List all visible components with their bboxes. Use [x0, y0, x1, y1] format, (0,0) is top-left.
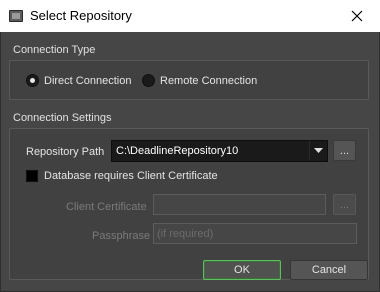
dropdown-arrow[interactable] — [309, 141, 327, 161]
cancel-button[interactable]: Cancel — [290, 260, 368, 280]
remote-connection-label: Remote Connection — [160, 74, 258, 87]
client-certificate-browse-button[interactable]: ... — [333, 194, 356, 215]
client-certificate-input[interactable] — [153, 194, 326, 215]
app-icon — [9, 10, 23, 22]
repository-path-value: C:\DeadlineRepository10 — [116, 145, 239, 157]
ok-button[interactable]: OK — [203, 260, 281, 280]
checkbox-box — [26, 170, 38, 182]
title-bar: Select Repository — [0, 0, 380, 32]
passphrase-label: Passphrase — [92, 230, 151, 242]
connection-type-group: Direct Connection Remote Connection — [9, 60, 369, 100]
client-certificate-checkbox-label: Database requires Client Certificate — [44, 170, 218, 182]
repository-path-combo[interactable]: C:\DeadlineRepository10 — [111, 140, 328, 162]
passphrase-input[interactable]: (if required) — [153, 223, 357, 244]
connection-settings-group: Repository Path C:\DeadlineRepository10 … — [9, 128, 369, 280]
repository-browse-button[interactable]: ... — [333, 140, 356, 161]
direct-connection-label: Direct Connection — [44, 74, 132, 87]
radio-indicator — [142, 74, 155, 87]
repository-path-label: Repository Path — [26, 146, 105, 158]
connection-type-heading: Connection Type — [13, 44, 96, 56]
dialog-body: Connection Type Direct Connection Remote… — [0, 32, 380, 292]
window-title: Select Repository — [30, 8, 132, 23]
radio-indicator — [26, 74, 39, 87]
chevron-down-icon — [314, 148, 323, 153]
remote-connection-radio[interactable]: Remote Connection — [142, 74, 257, 87]
connection-settings-heading: Connection Settings — [13, 112, 112, 124]
close-button[interactable] — [334, 0, 380, 32]
client-certificate-label: Client Certificate — [66, 201, 147, 213]
direct-connection-radio[interactable]: Direct Connection — [26, 74, 131, 87]
close-icon — [351, 10, 363, 22]
client-certificate-checkbox[interactable]: Database requires Client Certificate — [26, 170, 218, 182]
